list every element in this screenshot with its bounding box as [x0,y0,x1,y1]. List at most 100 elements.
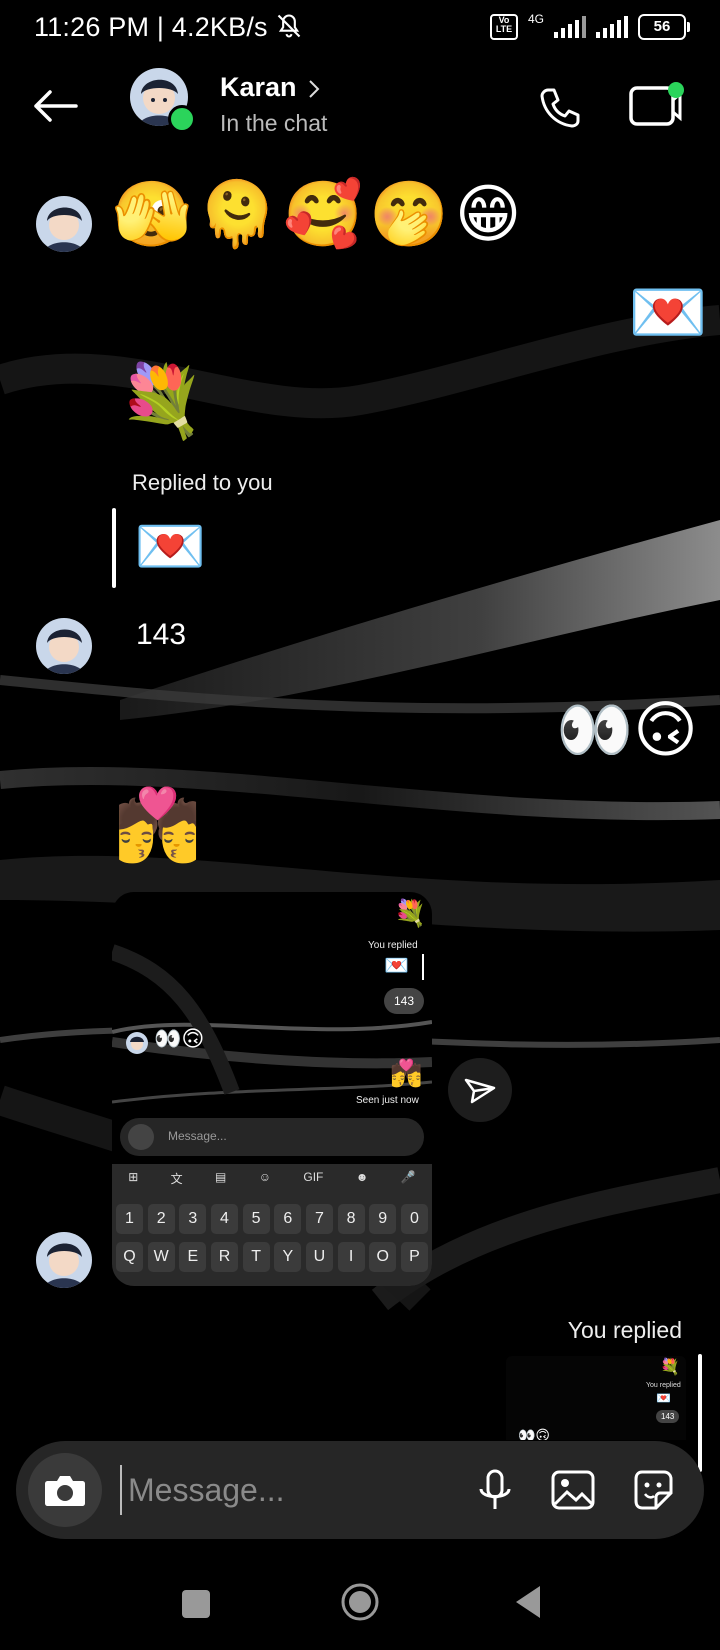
kb-tool: 🎤 [400,1170,416,1184]
battery-indicator: 56 [638,14,690,40]
kb-key: W [147,1242,175,1272]
kb-key: 0 [400,1204,428,1234]
online-indicator [168,105,196,133]
kb-key: T [242,1242,270,1272]
kb-key: 1 [116,1204,143,1234]
network-type: 4G [527,12,544,26]
status-time: 11:26 PM | 4.2KB/s [34,12,303,43]
emoji: 😁 [454,178,522,250]
mini-143: 143 [656,1410,680,1423]
shot-143-pill: 143 [384,988,425,1014]
back-button[interactable] [508,1582,548,1622]
video-call-icon[interactable] [628,80,686,132]
share-button[interactable] [448,1058,512,1122]
kb-letter-row: Q W E R T Y U I O P [116,1242,428,1272]
bell-muted-icon [278,14,301,38]
reply-context-label: Replied to you [132,470,273,495]
kb-key: 4 [210,1204,238,1234]
shot-bouquet: 💐 [394,898,427,928]
status-bar: 11:26 PM | 4.2KB/s Vo LTE 4G 56 [0,0,720,54]
home-button[interactable] [340,1582,380,1622]
contact-name[interactable]: Karan [220,72,297,103]
message-composer [16,1441,704,1539]
gallery-icon[interactable] [546,1463,600,1517]
kb-number-row: 1 2 3 4 5 6 7 8 9 0 [116,1204,428,1234]
kb-tool: ☺ [258,1170,271,1184]
emoji: 🫠 [197,178,278,250]
kb-key: 9 [369,1204,397,1234]
received-kiss-emoji[interactable]: 💏 [114,790,201,860]
shot-keyboard: ⊞ 文 ▤ ☺ GIF ☻ 🎤 1 2 3 4 5 6 7 8 9 0 Q W … [112,1164,432,1286]
volte-badge: Vo LTE [489,14,518,40]
shared-screenshot[interactable]: 💐 You replied 💌 143 👀🙃 💏 Seen just now M… [112,892,432,1286]
signal-icon-2 [596,16,628,38]
kb-tool: ☻ [355,1170,369,1184]
shot-avatar [126,1032,148,1054]
you-replied-label: You replied [567,1317,682,1343]
shot-keyboard-toolbar: ⊞ 文 ▤ ☺ GIF ☻ 🎤 [112,1170,432,1187]
contact-avatar-small [36,618,92,674]
kb-key: 8 [337,1204,365,1234]
camera-button[interactable] [28,1453,102,1527]
emoji: 🤭 [369,178,449,250]
kb-key: Y [274,1242,302,1272]
emoji: 🫣 [112,178,192,250]
shot-composer: Message... [120,1118,424,1156]
recents-button[interactable] [182,1590,210,1618]
shot-eyes: 👀🙃 [154,1026,205,1051]
kb-key: 6 [274,1204,302,1234]
mini-bouquet: 💐 [660,1359,680,1376]
shot-kiss: 💏 [390,1058,423,1088]
emoji: 🥰 [283,178,364,250]
kb-tool: ⊞ [128,1170,139,1184]
mini-you-replied: You replied [646,1382,681,1389]
send-plane-icon [464,1078,496,1104]
microphone-icon[interactable] [468,1463,522,1517]
sticker-icon[interactable] [626,1463,680,1517]
kb-key: Q [116,1242,143,1272]
sent-love-letter[interactable]: 💌 [628,280,708,344]
contact-status: In the chat [220,110,328,136]
quoted-screenshot-thumbnail[interactable]: 💐 You replied 💌 143 👀🙃 [506,1356,686,1440]
shot-letter: 💌 [384,955,409,977]
kb-key: I [337,1242,365,1272]
contact-avatar-small [36,196,92,252]
status-icons: Vo LTE 4G 56 [489,12,690,40]
chevron-right-icon[interactable] [306,78,322,100]
mini-eyes: 👀🙃 [518,1427,551,1440]
chat-header: Karan In the chat [0,60,720,150]
shot-placeholder: Message... [168,1129,227,1143]
signal-icon [554,16,586,38]
kb-key: 2 [147,1204,175,1234]
emoji-reaction-row[interactable]: 🫣 🫠 🥰 🤭 😁 [112,182,521,246]
message-input[interactable] [120,1465,458,1515]
system-navigation-bar [0,1560,720,1650]
kb-key: E [179,1242,207,1272]
chat-thread: 🫣 🫠 🥰 🤭 😁 💌 💐 Replied to you 💌 143 👀🙃 💏 … [0,0,720,1472]
reply-quote-bar-right [698,1354,702,1472]
kb-key: 7 [305,1204,333,1234]
contact-avatar-small [36,1232,92,1288]
reply-quote-bar [112,508,116,588]
back-arrow-icon[interactable] [30,86,80,126]
kb-key: P [400,1242,428,1272]
kb-tool: 文 [170,1172,183,1186]
shot-seen: Seen just now [356,1095,419,1106]
sent-eyes-emoji[interactable]: 👀🙃 [556,700,698,762]
status-time-text: 11:26 PM | 4.2KB/s [34,12,268,42]
reply-quoted-letter[interactable]: 💌 [134,518,206,576]
shot-reply-bar [422,954,424,980]
kb-key: U [305,1242,333,1272]
phone-call-icon[interactable] [536,84,584,132]
kb-key: 3 [179,1204,207,1234]
camera-icon [45,1476,85,1506]
kb-key: O [369,1242,397,1272]
shot-camera-icon [128,1124,154,1150]
kb-key: 5 [242,1204,270,1234]
kb-tool: ▤ [215,1170,227,1184]
received-bouquet[interactable]: 💐 [118,366,205,436]
kb-tool: GIF [303,1170,324,1184]
message-text[interactable]: 143 [136,618,186,652]
kb-key: R [210,1242,238,1272]
shot-you-replied: You replied [368,940,418,951]
